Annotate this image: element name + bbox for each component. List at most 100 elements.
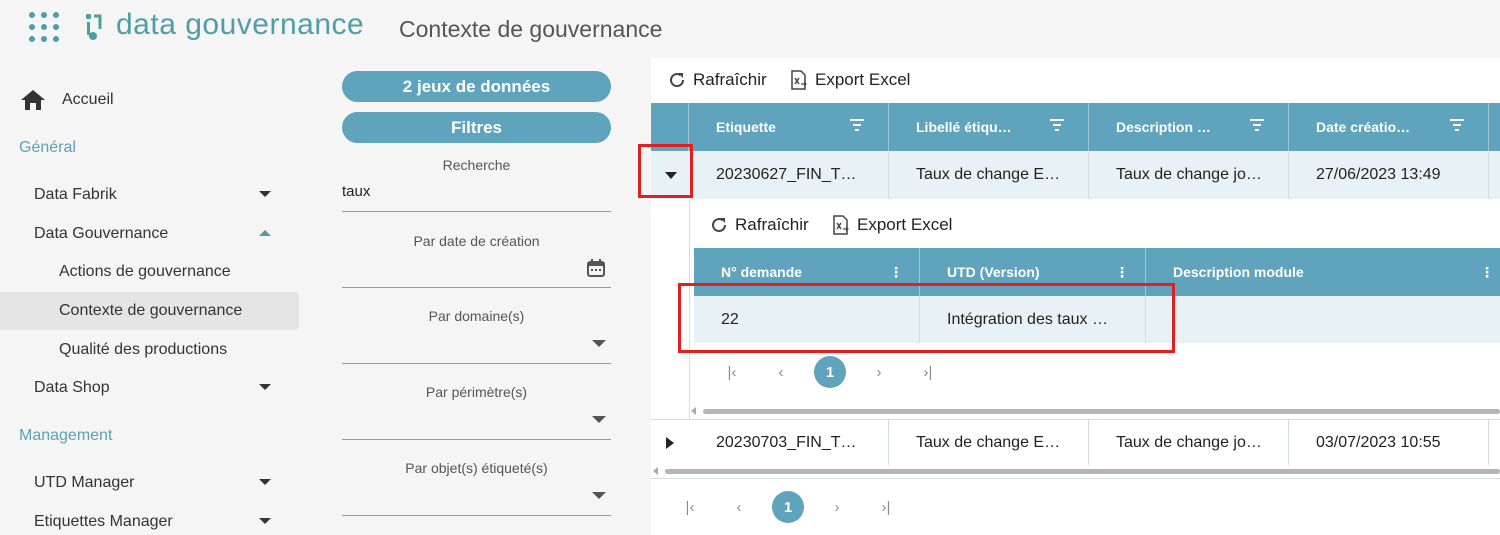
column-label: Etiquette (716, 119, 776, 135)
cell-text: 03/07/2023 10:55 (1316, 433, 1441, 451)
divider (342, 211, 611, 212)
sidebar-item-label: Data Shop (34, 379, 110, 396)
filters-button[interactable]: Filtres (342, 112, 611, 143)
sidebar-item-actions[interactable]: Actions de gouvernance (0, 253, 299, 291)
scroll-left-icon[interactable] (653, 467, 658, 475)
chevron-down-icon (259, 479, 271, 485)
first-page-icon[interactable]: |‹ (674, 491, 706, 523)
more-vert-icon[interactable]: ⋮ (1115, 264, 1129, 281)
table-row[interactable]: 20230627_FIN_T… Taux de change E… Taux d… (651, 151, 1500, 199)
chevron-down-icon (259, 191, 271, 197)
table-cell: 27/06/2023 13:49 (1289, 151, 1489, 199)
more-vert-icon[interactable]: ⋮ (1480, 264, 1494, 281)
more-vert-icon[interactable]: ⋮ (889, 264, 903, 281)
column-header-description[interactable]: Description … (1089, 103, 1289, 151)
filter-icon[interactable] (1050, 119, 1064, 131)
chevron-down-icon (259, 384, 271, 390)
cell-text: 20230703_FIN_T… (716, 433, 857, 451)
column-label: N° demande (721, 264, 803, 280)
column-label: UTD (Version) (947, 264, 1040, 280)
filter-icon[interactable] (850, 119, 864, 131)
scrollbar-thumb[interactable] (703, 409, 1500, 414)
next-page-icon[interactable]: › (863, 356, 895, 388)
page-title: Contexte de gouvernance (399, 16, 663, 42)
prev-page-icon[interactable]: ‹ (765, 356, 797, 388)
refresh-button[interactable]: Rafraîchir (667, 70, 767, 90)
subgrid-scrollbar[interactable] (689, 407, 1500, 415)
divider (651, 478, 1500, 479)
excel-export-icon (791, 70, 807, 90)
sidebar-item-utd-manager[interactable]: UTD Manager (0, 464, 299, 502)
table-cell: Taux de change E… (889, 420, 1089, 465)
export-label: Export Excel (815, 70, 911, 89)
cell-text: Taux de change E… (916, 166, 1061, 183)
table-cell (1146, 296, 1500, 343)
sidebar-item-label: Actions de gouvernance (59, 263, 231, 280)
date-filter-label: Par date de création (413, 233, 540, 249)
sub-refresh-button[interactable]: Rafraîchir (709, 215, 809, 235)
domain-filter-field[interactable] (342, 363, 611, 364)
table-cell: 20230703_FIN_T… (689, 420, 889, 465)
last-page-icon[interactable]: ›| (870, 491, 902, 523)
column-label: Libellé étiqu… (916, 119, 1012, 135)
export-excel-button[interactable]: Export Excel (789, 70, 910, 90)
sidebar-item-accueil[interactable]: Accueil (0, 81, 299, 119)
sidebar-item-data-fabrik[interactable]: Data Fabrik (0, 176, 299, 214)
section-management: Management (19, 427, 113, 444)
table-cell: Taux de change E… (889, 151, 1089, 199)
filter-icon[interactable] (1450, 119, 1464, 131)
table-row[interactable]: 20230703_FIN_T… Taux de change E… Taux d… (651, 419, 1500, 465)
sidebar-item-label: Etiquettes Manager (34, 513, 173, 530)
sidebar-item-data-gouvernance[interactable]: Data Gouvernance (0, 215, 299, 253)
grid-header: Etiquette Libellé étiqu… Description … D… (651, 103, 1500, 151)
page-number[interactable]: 1 (772, 491, 804, 523)
dropdown-arrow-icon[interactable] (592, 416, 606, 423)
page-number[interactable]: 1 (814, 356, 846, 388)
column-header-libelle[interactable]: Libellé étiqu… (889, 103, 1089, 151)
home-icon (21, 90, 45, 110)
scrollbar-thumb[interactable] (665, 469, 1500, 474)
column-label: Description … (1116, 119, 1211, 135)
column-header-description-module[interactable]: Description module ⋮ (1146, 248, 1500, 296)
refresh-icon (670, 73, 685, 88)
cell-text: 27/06/2023 13:49 (1316, 166, 1441, 183)
grid-pager: |‹ ‹ 1 › ›| (674, 491, 919, 523)
date-filter-field[interactable] (342, 287, 611, 288)
filter-icon[interactable] (1250, 119, 1264, 131)
sidebar-item-contexte[interactable]: Contexte de gouvernance (0, 292, 299, 330)
calendar-icon[interactable] (586, 258, 606, 278)
domain-filter-label: Par domaine(s) (428, 308, 525, 324)
sidebar-item-qualite[interactable]: Qualité des productions (0, 331, 299, 369)
sidebar-item-label: Qualité des productions (59, 341, 228, 358)
first-page-icon[interactable]: |‹ (716, 356, 748, 388)
perimeter-filter-field[interactable] (342, 439, 611, 440)
sidebar-item-etiquettes-manager[interactable]: Etiquettes Manager (0, 503, 299, 535)
sidebar-item-data-shop[interactable]: Data Shop (0, 369, 299, 407)
grid-scrollbar[interactable] (651, 467, 1500, 475)
sub-export-excel-button[interactable]: Export Excel (831, 215, 952, 235)
refresh-label: Rafraîchir (693, 70, 767, 89)
table-cell: 03/07/2023 10:55 (1289, 420, 1489, 465)
dropdown-arrow-icon[interactable] (592, 340, 606, 347)
sidebar: Accueil Général Data Fabrik Data Gouvern… (0, 58, 299, 535)
last-page-icon[interactable]: ›| (912, 356, 944, 388)
scroll-left-icon[interactable] (691, 407, 696, 415)
datasets-button[interactable]: 2 jeux de données (342, 71, 611, 102)
section-general: Général (19, 139, 76, 156)
object-filter-field[interactable] (342, 515, 611, 516)
dropdown-arrow-icon[interactable] (592, 492, 606, 499)
app-launcher-icon[interactable] (29, 12, 59, 42)
column-header-date[interactable]: Date créatio… (1289, 103, 1489, 151)
refresh-icon (712, 218, 727, 233)
expand-toggle[interactable] (651, 420, 689, 465)
app-header: data gouvernance Contexte de gouvernance (0, 0, 1500, 58)
filter-panel: 2 jeux de données Filtres Recherche taux… (299, 58, 649, 535)
cell-text: Taux de change E… (916, 433, 1061, 451)
prev-page-icon[interactable]: ‹ (723, 491, 755, 523)
logo-text: data gouvernance (116, 8, 365, 41)
subgrid-pager: |‹ ‹ 1 › ›| (716, 356, 961, 388)
search-input[interactable]: taux (342, 183, 370, 200)
column-header-etiquette[interactable]: Etiquette (689, 103, 889, 151)
column-label: Description module (1173, 264, 1304, 280)
next-page-icon[interactable]: › (821, 491, 853, 523)
